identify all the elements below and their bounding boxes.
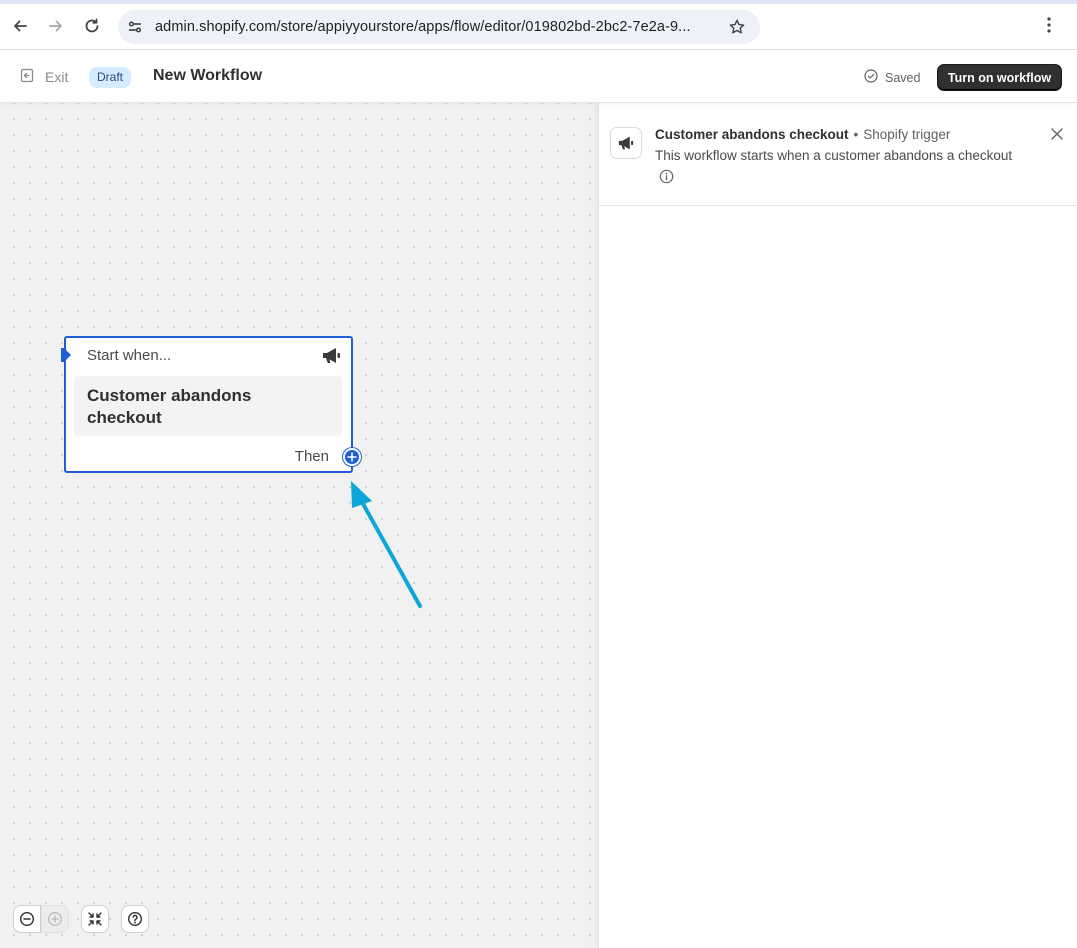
save-status: Saved [864, 69, 920, 86]
url-text[interactable]: admin.shopify.com/store/appiyyourstore/a… [155, 19, 691, 35]
zoom-out-button[interactable] [13, 905, 41, 933]
megaphone-icon [610, 127, 642, 159]
turn-on-workflow-button[interactable]: Turn on workflow [937, 64, 1062, 91]
trigger-start-label: Start when... [87, 347, 172, 364]
panel-title-line: Customer abandons checkout • Shopify trigg… [655, 127, 950, 142]
plus-icon [347, 452, 357, 462]
help-icon [127, 911, 143, 927]
panel-description: This workflow starts when a customer aba… [655, 148, 1013, 163]
exit-button[interactable]: Exit [20, 68, 68, 86]
input-port [61, 348, 71, 362]
bookmark-star-icon[interactable] [728, 18, 746, 41]
info-icon[interactable] [659, 169, 674, 189]
trigger-title: Customer abandons checkout [87, 386, 252, 427]
app-header: Exit Draft New Workflow Saved Turn on wo… [0, 51, 1077, 103]
kebab-menu-icon[interactable] [1046, 16, 1052, 39]
fit-view-button[interactable] [81, 905, 109, 933]
panel-subtitle: Shopify trigger [863, 127, 951, 142]
forward-icon[interactable] [44, 14, 68, 38]
workflow-canvas[interactable] [0, 103, 598, 948]
status-badge: Draft [89, 67, 132, 88]
close-icon[interactable] [1049, 126, 1065, 142]
tab-strip-edge [0, 0, 1077, 4]
zoom-out-icon [19, 911, 35, 927]
canvas-toolbar [13, 905, 149, 933]
trigger-details-panel: Customer abandons checkout • Shopify trigg… [598, 103, 1077, 948]
back-icon[interactable] [8, 14, 32, 38]
trigger-card-body[interactable]: Customer abandons checkout [74, 376, 342, 436]
fit-view-icon [87, 911, 103, 927]
megaphone-icon [321, 346, 342, 370]
panel-title: Customer abandons checkout [655, 127, 849, 142]
exit-icon [20, 68, 35, 86]
zoom-in-button[interactable] [41, 905, 69, 933]
browser-toolbar: admin.shopify.com/store/appiyyourstore/a… [0, 0, 1077, 50]
saved-label: Saved [885, 70, 921, 85]
trigger-card[interactable]: Start when... Customer abandons checkout… [61, 336, 361, 473]
address-bar[interactable]: admin.shopify.com/store/appiyyourstore/a… [118, 10, 760, 44]
add-step-button[interactable] [343, 448, 361, 466]
separator-dot: • [853, 127, 859, 142]
page-title[interactable]: New Workflow [153, 67, 262, 85]
site-settings-icon[interactable] [127, 19, 143, 40]
help-button[interactable] [121, 905, 149, 933]
then-label: Then [294, 448, 329, 465]
panel-header: Customer abandons checkout • Shopify trigg… [599, 103, 1077, 206]
check-circle-icon [864, 69, 878, 86]
zoom-in-icon [47, 911, 63, 927]
exit-label: Exit [45, 69, 69, 85]
reload-icon[interactable] [80, 14, 104, 38]
